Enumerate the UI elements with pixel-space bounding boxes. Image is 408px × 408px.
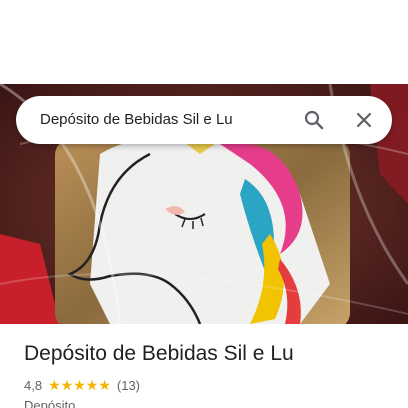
rating-value: 4,8 <box>24 377 43 393</box>
map-area-blank <box>0 0 408 84</box>
rating-stars: ★ ★ ★ ★ ★ <box>48 378 111 392</box>
search-icon[interactable] <box>302 108 326 132</box>
place-category: Depósito <box>24 398 76 408</box>
star-icon: ★ <box>73 377 86 393</box>
search-bar[interactable]: Depósito de Bebidas Sil e Lu <box>16 96 392 144</box>
place-title: Depósito de Bebidas Sil e Lu <box>24 342 294 365</box>
rating-row[interactable]: 4,8 ★ ★ ★ ★ ★ (13) <box>24 376 140 394</box>
search-input[interactable]: Depósito de Bebidas Sil e Lu <box>40 96 233 144</box>
star-icon: ★ <box>48 377 61 393</box>
star-icon: ★ <box>60 377 74 393</box>
review-count[interactable]: (13) <box>117 378 140 393</box>
star-icon: ★ <box>85 377 99 393</box>
place-info-panel: Depósito de Bebidas Sil e Lu 4,8 ★ ★ ★ ★… <box>0 324 408 408</box>
star-icon: ★ <box>98 377 111 393</box>
close-icon[interactable] <box>352 108 376 132</box>
